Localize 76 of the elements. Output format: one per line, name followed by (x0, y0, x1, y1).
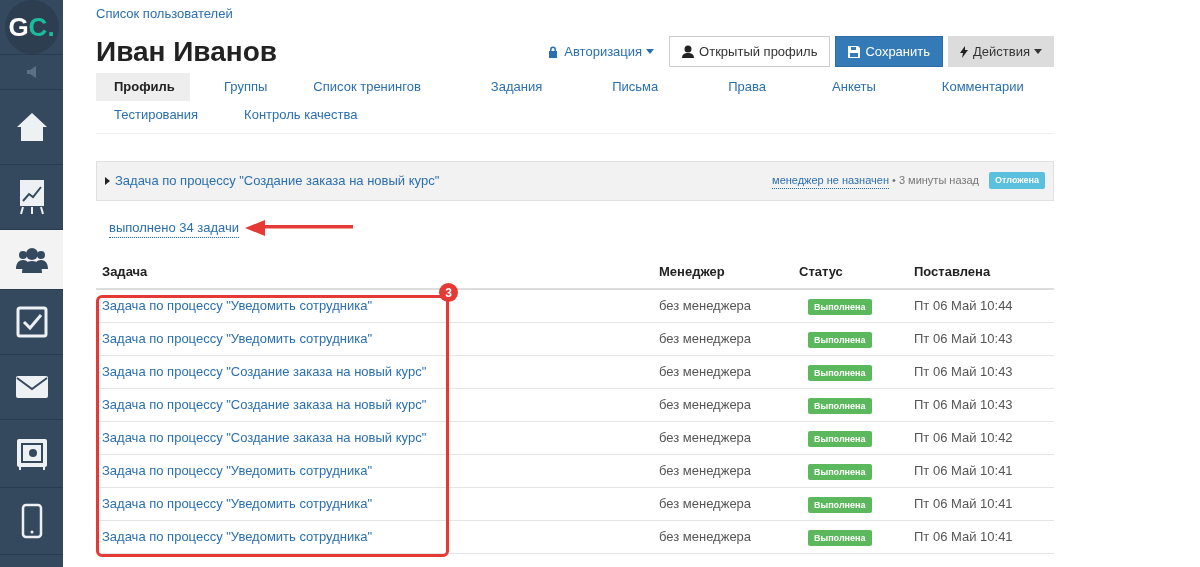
status-label: Выполнена (808, 299, 872, 316)
tab[interactable]: Анкеты (814, 72, 894, 101)
tab[interactable]: Группы (206, 72, 286, 101)
auth-dropdown[interactable]: Авторизация (548, 41, 655, 62)
status-label: Выполнена (808, 431, 872, 448)
safe-icon (15, 437, 48, 470)
task-link[interactable]: Задача по процессу "Создание заказа на новый курс" (102, 364, 427, 380)
tab[interactable]: Комментарии (923, 72, 1042, 101)
logo[interactable]: GC. (4, 0, 59, 54)
status-label: Выполнена (808, 530, 872, 547)
status-label: Выполнена (808, 332, 872, 349)
date-cell-text: Пт 06 Май 10:41 (914, 495, 1014, 514)
tab[interactable]: Тестирования (96, 100, 217, 129)
column-header: Менеджер (659, 263, 726, 282)
caret-icon (1034, 49, 1042, 54)
manager-link[interactable]: менеджер не назначен (772, 171, 889, 190)
tab[interactable]: Задания (472, 72, 561, 101)
status-label: Выполнена (808, 464, 872, 481)
manager-cell-text: без менеджера (659, 495, 753, 514)
mail-icon (15, 376, 48, 398)
logo-letters: C. (28, 10, 55, 44)
checkbox-icon (15, 306, 48, 338)
page-title: Иван Иванов (96, 35, 277, 68)
floppy-icon (848, 45, 861, 58)
status-label: Выполнена (808, 365, 872, 382)
manager-cell-text: без менеджера (659, 330, 753, 349)
user-icon (682, 45, 695, 58)
date-cell-text: Пт 06 Май 10:43 (914, 363, 1014, 382)
task-link[interactable]: Задача по процессу "Создание заказа на новый курс" (115, 170, 440, 191)
date-cell-text: Пт 06 Май 10:42 (914, 429, 1014, 448)
caret-icon (646, 49, 655, 54)
column-header: Задача (101, 263, 149, 282)
task-link[interactable]: Задача по процессу "Уведомить сотрудника" (102, 529, 372, 545)
date-cell-text: Пт 06 Май 10:41 (914, 462, 1014, 481)
manager-cell-text: без менеджера (659, 462, 753, 481)
column-header: Поставлена (914, 263, 992, 282)
speaker-icon (26, 66, 37, 78)
manager-cell-text: без менеджера (659, 363, 753, 382)
people-icon (14, 246, 49, 273)
date-cell-text: Пт 06 Май 10:41 (914, 528, 1014, 547)
breadcrumb-link[interactable]: Список пользователей (96, 4, 1054, 24)
open-profile-button[interactable]: Открытый профиль (669, 36, 831, 67)
task-link[interactable]: Задача по процессу "Уведомить сотрудника" (102, 331, 372, 347)
completed-tasks-link[interactable]: выполнено 34 задачи (109, 217, 240, 238)
status-label: Отложена (989, 171, 1045, 190)
logo-letter: G (8, 10, 29, 44)
lock-icon (548, 45, 559, 58)
date-cell-text: Пт 06 Май 10:43 (914, 330, 1014, 349)
task-link[interactable]: Задача по процессу "Создание заказа на новый курс" (102, 397, 427, 413)
tab[interactable]: Профиль (96, 72, 190, 101)
expand-triangle-icon[interactable] (105, 176, 110, 185)
task-link[interactable]: Задача по процессу "Уведомить сотрудника" (102, 463, 372, 479)
actions-dropdown[interactable]: Действия (948, 36, 1054, 67)
date-cell-text: Пт 06 Май 10:44 (914, 297, 1014, 316)
tab[interactable]: Права (710, 72, 785, 101)
manager-cell-text: без менеджера (659, 396, 753, 415)
tab[interactable]: Список тренингов (295, 72, 439, 101)
tab[interactable]: Письма (594, 72, 677, 101)
tab[interactable]: Контроль качества (226, 100, 376, 129)
manager-cell-text: без менеджера (659, 297, 753, 316)
annotation-badge: 3 (439, 283, 458, 302)
chart-board-icon (18, 179, 45, 215)
save-button[interactable]: Сохранить (835, 36, 944, 67)
manager-cell-text: без менеджера (659, 429, 753, 448)
manager-cell-text: без менеджера (659, 528, 753, 547)
status-label: Выполнена (808, 398, 872, 415)
phone-icon (20, 503, 43, 539)
time-ago: • 3 минуты назад (892, 173, 979, 189)
task-link[interactable]: Задача по процессу "Уведомить сотрудника" (102, 496, 372, 512)
date-cell-text: Пт 06 Май 10:43 (914, 396, 1014, 415)
bolt-icon (960, 45, 969, 58)
status-label: Выполнена (808, 497, 872, 514)
task-link[interactable]: Задача по процессу "Уведомить сотрудника" (102, 298, 372, 314)
task-link[interactable]: Задача по процессу "Создание заказа на новый курс" (102, 430, 427, 446)
column-header: Статус (799, 263, 844, 282)
sidebar-item[interactable] (0, 230, 63, 290)
